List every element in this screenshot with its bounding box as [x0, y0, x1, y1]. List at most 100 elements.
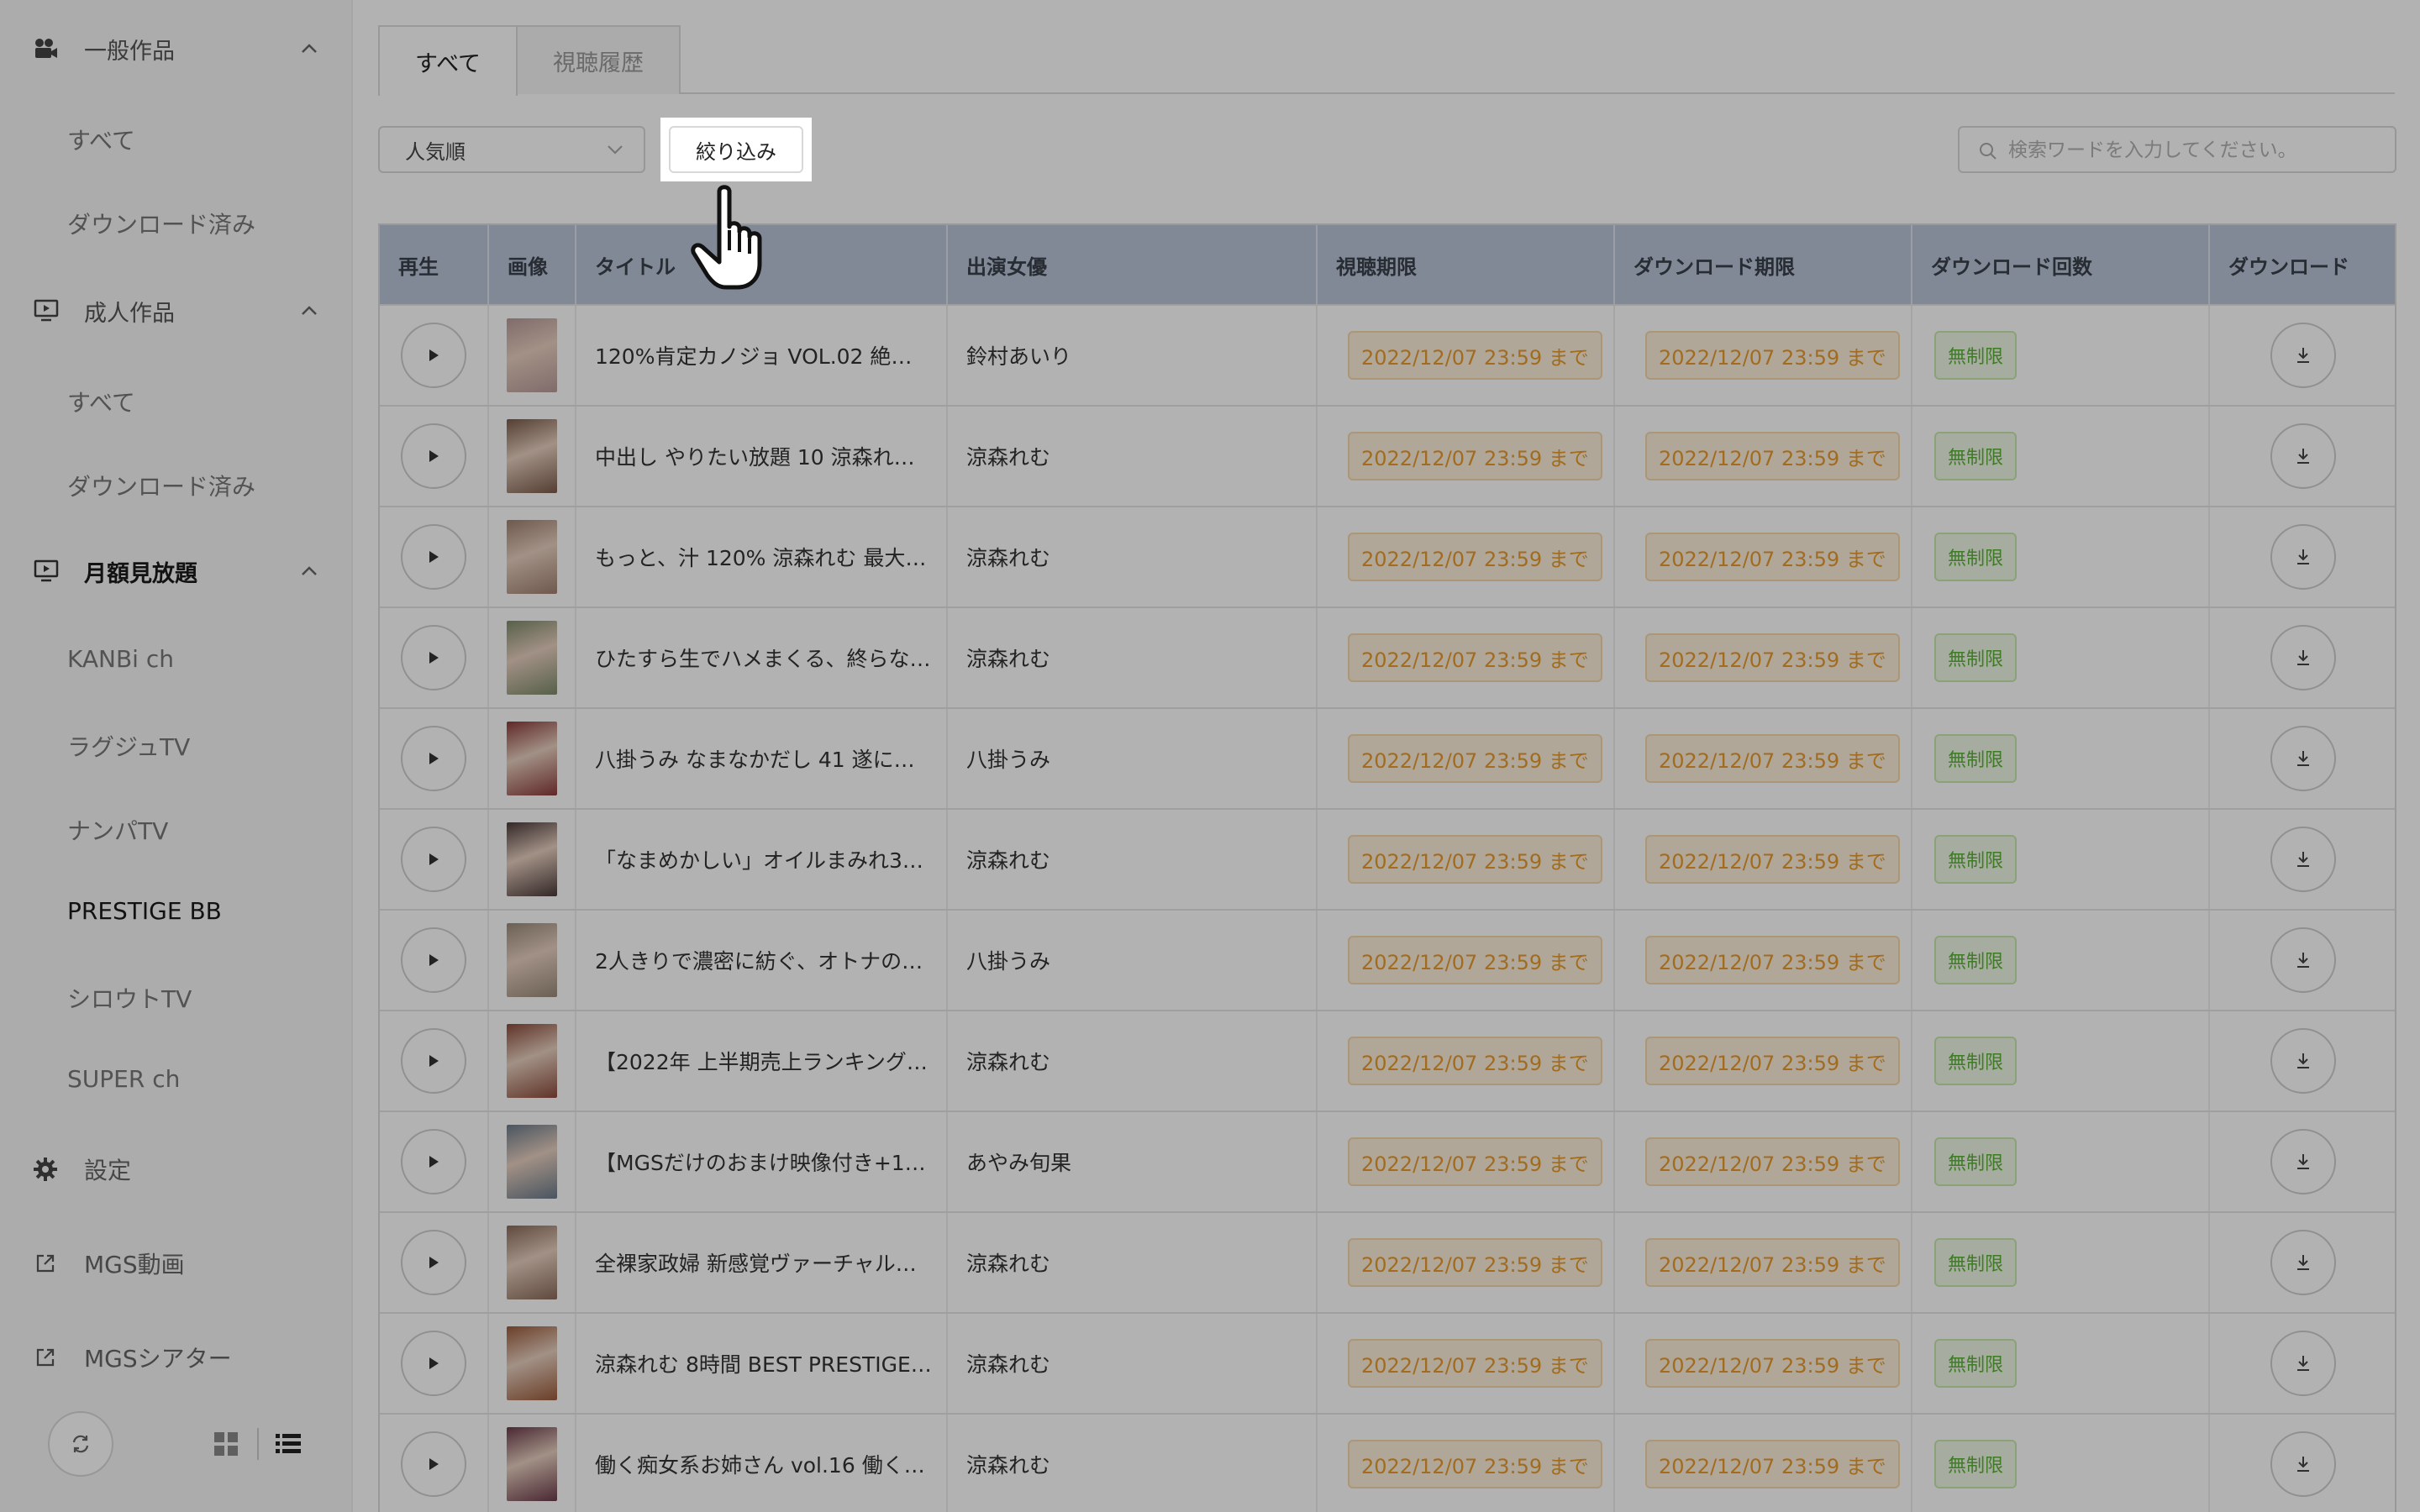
cell-view-limit: 2022/12/07 23:59 まで [1318, 810, 1615, 909]
cell-actress: 涼森れむ [948, 810, 1318, 909]
sort-select-value: 人気順 [405, 139, 466, 164]
download-button[interactable] [2270, 423, 2336, 489]
play-button[interactable] [401, 625, 466, 690]
download-button[interactable] [2270, 827, 2336, 892]
tab-history[interactable]: 視聴履歴 [516, 25, 681, 94]
video-title[interactable]: 【MGSだけのおまけ映像付き+15… [595, 1147, 933, 1177]
sidebar-item-shirouto[interactable]: シロウトTV [67, 981, 192, 1015]
sidebar-item-settings[interactable]: 設定 [0, 1144, 353, 1194]
thumbnail-image[interactable] [507, 1427, 557, 1501]
download-button[interactable] [2270, 927, 2336, 993]
play-button[interactable] [401, 1230, 466, 1295]
video-title[interactable]: 働く痴女系お姉さん vol.16 働く… [595, 1449, 925, 1479]
play-button[interactable] [401, 1028, 466, 1094]
table-row: 【2022年 上半期売上ランキング… 涼森れむ 2022/12/07 23:59… [380, 1010, 2395, 1110]
play-button[interactable] [401, 1331, 466, 1396]
dl-limit-badge: 2022/12/07 23:59 まで [1645, 633, 1900, 682]
sidebar-item-adult-downloaded[interactable]: ダウンロード済み [67, 469, 255, 502]
thumbnail-image[interactable] [507, 419, 557, 493]
thumbnail-image[interactable] [507, 1326, 557, 1400]
video-title[interactable]: 八掛うみ なまなかだし 41 遂に解… [595, 743, 933, 774]
download-button[interactable] [2270, 524, 2336, 590]
cell-dl-limit: 2022/12/07 23:59 まで [1615, 507, 1912, 606]
chevron-up-icon[interactable] [299, 304, 319, 318]
video-title[interactable]: 涼森れむ 8時間 BEST PRESTIGE… [595, 1348, 932, 1378]
thumbnail-image[interactable] [507, 722, 557, 795]
play-button[interactable] [401, 1431, 466, 1497]
play-button[interactable] [401, 524, 466, 590]
sidebar-link-mgs-douga[interactable]: MGS動画 [0, 1238, 353, 1289]
video-title[interactable]: 2人きりで濃密に紡ぐ、オトナの… [595, 945, 923, 975]
sidebar-link-mgs-theater[interactable]: MGSシアター [0, 1332, 353, 1383]
cell-image [489, 608, 576, 707]
download-button[interactable] [2270, 1230, 2336, 1295]
sidebar-item-general-downloaded[interactable]: ダウンロード済み [67, 207, 255, 240]
thumbnail-image[interactable] [507, 1024, 557, 1098]
download-icon [2297, 852, 2309, 867]
view-limit-badge: 2022/12/07 23:59 まで [1348, 1339, 1602, 1388]
play-button[interactable] [401, 1129, 466, 1194]
table-row: 中出し やりたい放題 10 涼森れむ… 涼森れむ 2022/12/07 23:5… [380, 405, 2395, 506]
play-button[interactable] [401, 323, 466, 388]
cell-actress: 涼森れむ [948, 1314, 1318, 1413]
chevron-up-icon[interactable] [299, 42, 319, 55]
actress-name: 涼森れむ [966, 1352, 1051, 1377]
download-button[interactable] [2270, 726, 2336, 791]
search-box[interactable] [1958, 126, 2396, 173]
download-icon [2297, 449, 2309, 464]
video-title[interactable]: もっと、汁 120% 涼森れむ 最大… [595, 542, 926, 572]
chevron-up-icon[interactable] [299, 564, 319, 578]
dl-limit-badge: 2022/12/07 23:59 まで [1645, 1238, 1900, 1287]
thumbnail-image[interactable] [507, 822, 557, 896]
filter-button[interactable]: 絞り込み [669, 126, 803, 173]
thumbnail-image[interactable] [507, 1125, 557, 1199]
download-button[interactable] [2270, 1129, 2336, 1194]
play-button[interactable] [401, 726, 466, 791]
cell-title: 【2022年 上半期売上ランキング… [576, 1011, 948, 1110]
play-button[interactable] [401, 423, 466, 489]
play-button[interactable] [401, 827, 466, 892]
sidebar-item-kanbi[interactable]: KANBi ch [67, 645, 174, 673]
view-limit-badge: 2022/12/07 23:59 まで [1348, 1238, 1602, 1287]
download-button[interactable] [2270, 1331, 2336, 1396]
sidebar-item-prestige[interactable]: PRESTIGE BB [67, 897, 222, 925]
sidebar-item-luxu[interactable]: ラグジュTV [67, 729, 190, 763]
thumbnail-image[interactable] [507, 1226, 557, 1299]
download-button[interactable] [2270, 323, 2336, 388]
sidebar-item-general-all[interactable]: すべて [67, 123, 135, 156]
sidebar-item-super[interactable]: SUPER ch [67, 1065, 180, 1093]
download-button[interactable] [2270, 1028, 2336, 1094]
sidebar-group-general[interactable]: 一般作品 [0, 15, 353, 82]
sort-select[interactable]: 人気順 [378, 126, 645, 173]
cell-actress: 涼森れむ [948, 407, 1318, 506]
video-title[interactable]: ひたすら生でハメまくる、終らな… [595, 643, 931, 673]
dl-limit-badge: 2022/12/07 23:59 まで [1645, 734, 1900, 783]
sidebar-group-adult[interactable]: 成人作品 [0, 277, 353, 344]
video-title[interactable]: 全裸家政婦 新感覚ヴァーチャルセ… [595, 1247, 933, 1278]
grid-view-icon[interactable] [212, 1430, 240, 1458]
download-button[interactable] [2270, 625, 2336, 690]
cell-view-limit: 2022/12/07 23:59 まで [1318, 507, 1615, 606]
cell-dl-limit: 2022/12/07 23:59 まで [1615, 810, 1912, 909]
search-input[interactable] [2008, 134, 2378, 166]
sidebar-group-monthly[interactable]: 月額見放題 [0, 538, 353, 605]
dl-limit-badge: 2022/12/07 23:59 まで [1645, 936, 1900, 984]
list-view-icon[interactable] [274, 1430, 302, 1458]
video-title[interactable]: 中出し やりたい放題 10 涼森れむ… [595, 441, 933, 471]
table-row: 2人きりで濃密に紡ぐ、オトナの… 八掛うみ 2022/12/07 23:59 ま… [380, 909, 2395, 1010]
sidebar-item-nanpa[interactable]: ナンパTV [67, 813, 168, 847]
thumbnail-image[interactable] [507, 923, 557, 997]
thumbnail-image[interactable] [507, 520, 557, 594]
thumbnail-image[interactable] [507, 621, 557, 695]
video-title[interactable]: 【2022年 上半期売上ランキング… [595, 1046, 928, 1076]
play-button[interactable] [401, 927, 466, 993]
thumbnail-image[interactable] [507, 318, 557, 392]
tab-all[interactable]: すべて [378, 25, 518, 96]
sidebar-item-adult-all[interactable]: すべて [67, 385, 135, 418]
download-button[interactable] [2270, 1431, 2336, 1497]
refresh-button[interactable] [48, 1411, 113, 1477]
cell-actress: 涼森れむ [948, 1415, 1318, 1512]
cell-dl-count: 無制限 [1912, 709, 2210, 808]
video-title[interactable]: 「なまめかしい」オイルまみれ3本… [595, 844, 933, 874]
video-title[interactable]: 120%肯定カノジョ VOL.02 絶倫… [595, 340, 933, 370]
